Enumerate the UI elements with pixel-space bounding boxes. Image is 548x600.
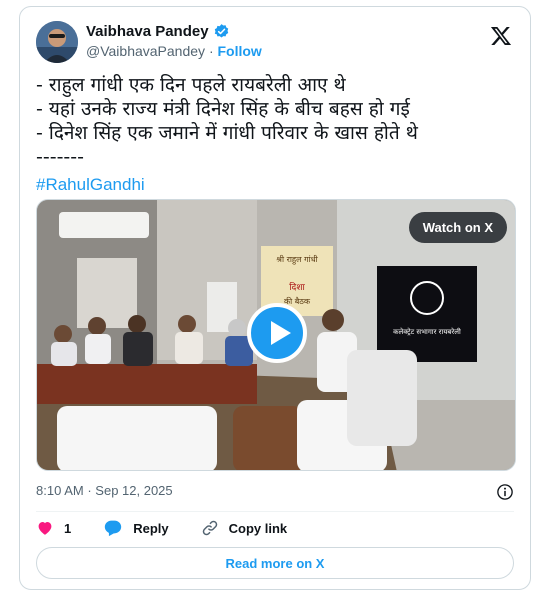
read-more-button[interactable]: Read more on X [36,547,514,579]
copy-link-button[interactable]: Copy link [201,519,288,537]
tweet-actions: 1 Reply Copy link [36,517,287,539]
video-media[interactable]: श्री राहुल गांधी दिशा की बैठक कलेक्ट्रेट… [36,199,516,471]
poster-disha: दिशा [289,281,305,293]
tweet-line: - दिनेश सिंह एक जमाने में गांधी परिवार क… [36,122,418,144]
tweet-line: ------- [36,146,84,168]
tweet-text: - राहुल गांधी एक दिन पहले रायबरेली आए थे… [36,73,514,197]
screen-label: कलेक्ट्रेट सभागार रायबरेली [393,327,461,336]
tweet-time: 8:10 AM [36,483,84,498]
copy-link-label: Copy link [228,520,288,536]
tweet-card: Vaibhava Pandey @VaibhavaPandey · Follow [19,6,531,590]
poster-title: श्री राहुल गांधी [276,254,318,265]
reply-label: Reply [133,520,169,536]
watch-on-x-button[interactable]: Watch on X [408,212,507,243]
author-name[interactable]: Vaibhava Pandey [86,23,209,40]
follow-button[interactable]: Follow [218,43,262,59]
divider [36,511,514,512]
play-icon [271,321,291,345]
avatar[interactable] [36,21,78,63]
heart-icon [38,522,52,535]
handle-separator: · [208,43,214,59]
x-logo-icon[interactable] [490,25,512,47]
tweet-line: - यहां उनके राज्य मंत्री दिनेश सिंह के ब… [36,98,410,120]
hashtag-link[interactable]: #RahulGandhi [36,173,514,197]
play-button[interactable] [247,303,307,363]
info-icon[interactable] [496,483,514,501]
time-separator: · [87,483,92,498]
tweet-header: Vaibhava Pandey @VaibhavaPandey · Follow [36,19,514,63]
tweet-date: Sep 12, 2025 [95,483,173,498]
tweet-timestamp[interactable]: 8:10 AM · Sep 12, 2025 [36,483,514,503]
reply-bubble-icon [105,520,122,537]
like-button[interactable]: 1 [36,519,71,537]
author-handle[interactable]: @VaibhavaPandey [86,43,205,59]
verified-badge-icon [213,23,230,40]
link-icon [202,520,217,536]
reply-button[interactable]: Reply [103,519,169,537]
like-count: 1 [64,520,72,536]
tweet-line: - राहुल गांधी एक दिन पहले रायबरेली आए थे [36,74,346,96]
